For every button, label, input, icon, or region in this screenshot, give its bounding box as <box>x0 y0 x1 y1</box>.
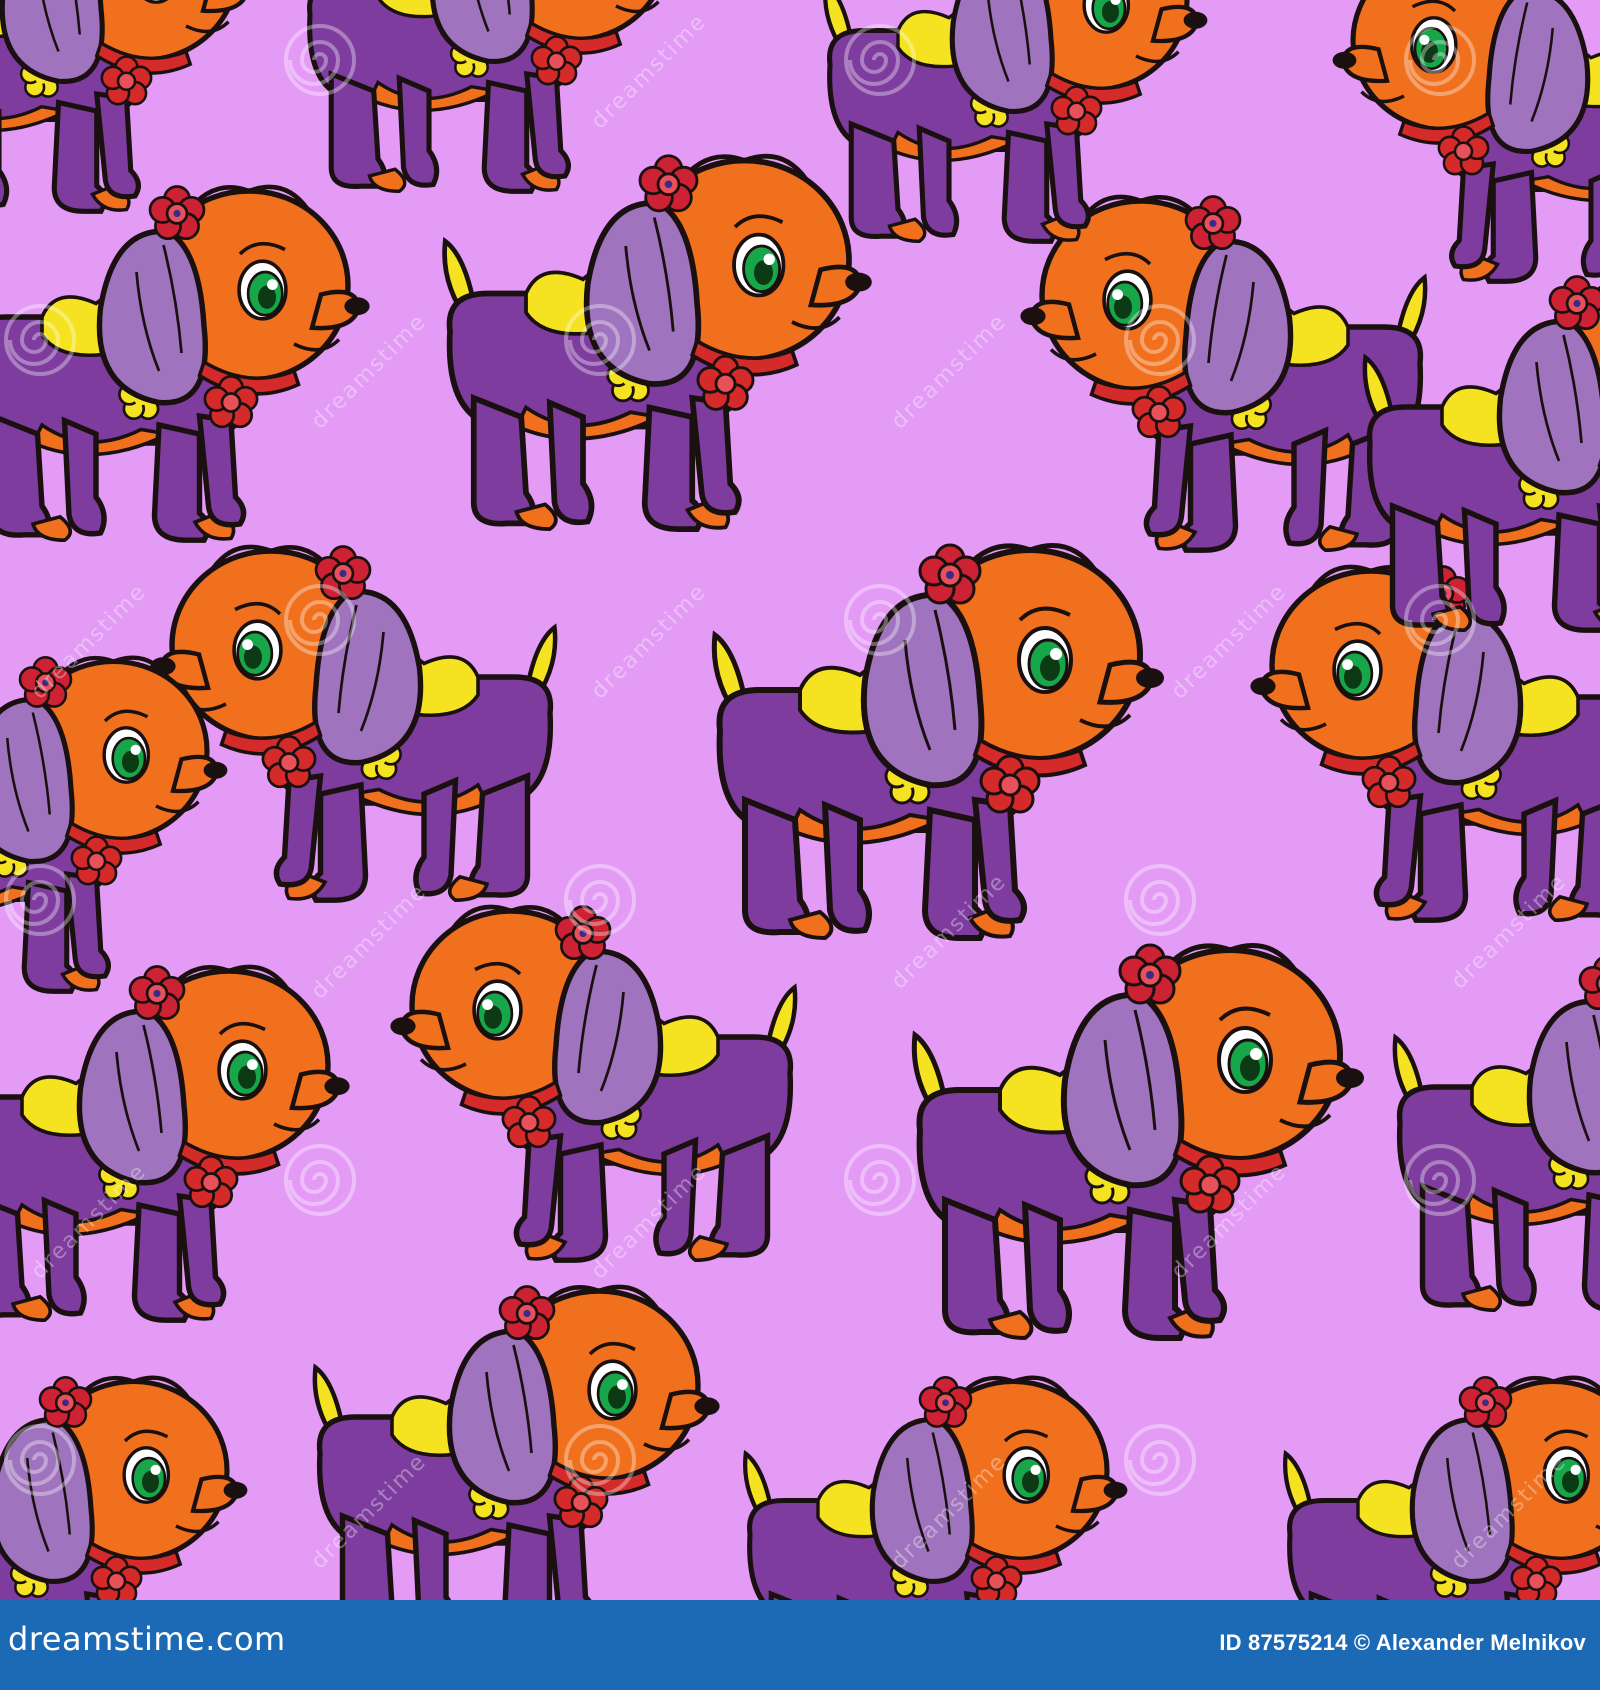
stock-footer-bar: dreamstime.com ID 87575214 © Alexander M… <box>0 1600 1600 1690</box>
copyright-author: © Alexander Melnikov <box>1353 1630 1586 1655</box>
stock-image-canvas: dreamstime dreamstime dreamstime dreamst… <box>0 0 1600 1690</box>
site-url-link[interactable]: dreamstime.com <box>8 1620 286 1658</box>
image-id: ID 87575214 <box>1219 1630 1348 1655</box>
puppy-pattern-artwork: dreamstime dreamstime dreamstime dreamst… <box>0 0 1600 1600</box>
image-credit: ID 87575214 © Alexander Melnikov <box>1219 1630 1586 1656</box>
